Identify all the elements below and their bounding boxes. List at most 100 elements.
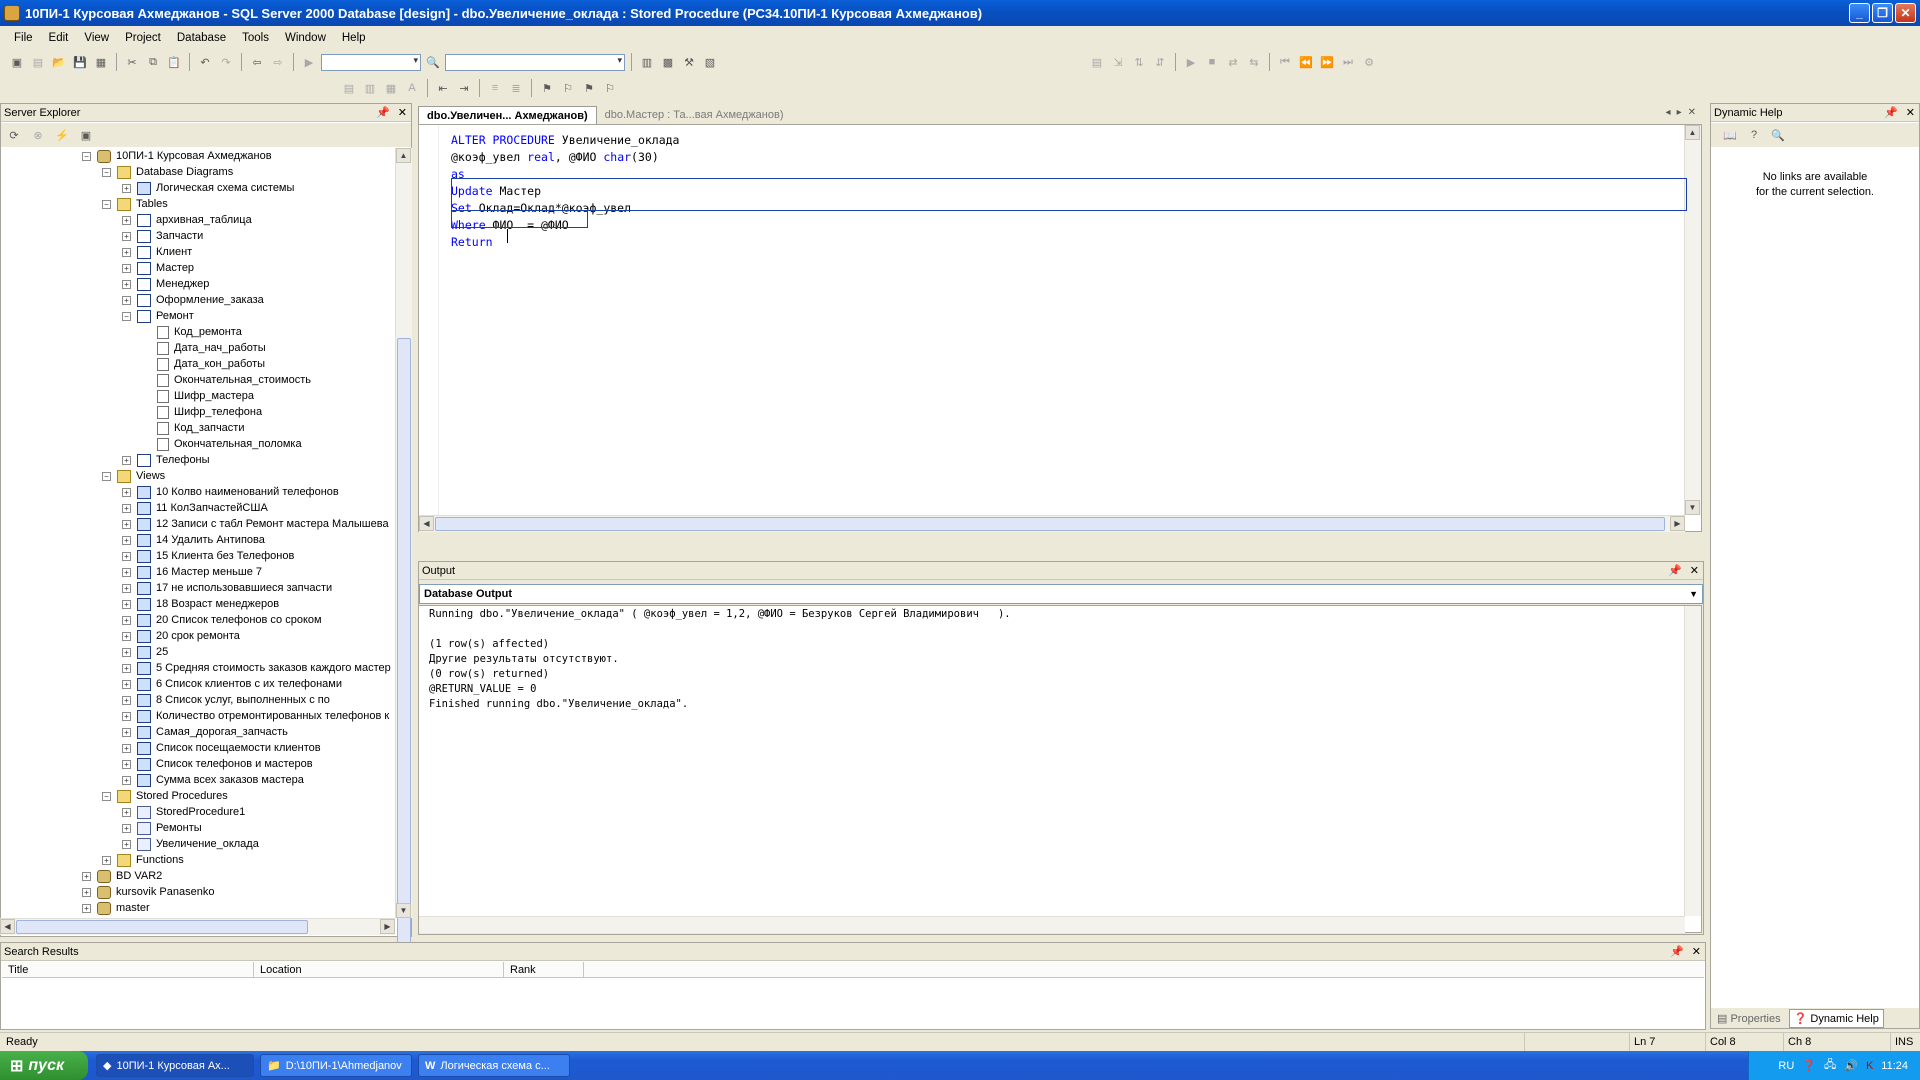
quick-info-icon[interactable]: ▦ bbox=[382, 79, 400, 97]
menu-edit[interactable]: Edit bbox=[41, 32, 77, 44]
taskbar-item-vs[interactable]: ◆ 10ПИ-1 Курсовая Ах... bbox=[96, 1054, 254, 1077]
network-tray-icon[interactable]: 🖧 bbox=[1824, 1056, 1836, 1075]
tree-node[interactable]: + Мастер bbox=[122, 260, 194, 276]
expand-icon[interactable]: + bbox=[122, 663, 131, 673]
editor-scroll-right-icon[interactable]: ▶ bbox=[1670, 516, 1685, 531]
tree-node[interactable]: + Увеличение_оклада bbox=[122, 836, 259, 852]
uncomment-icon[interactable]: ≣ bbox=[507, 79, 525, 97]
expand-icon[interactable]: + bbox=[122, 599, 131, 609]
tree-node[interactable]: + Сумма всех заказов мастера bbox=[122, 772, 304, 788]
tab-scroll-left-icon[interactable]: ◂ bbox=[1666, 107, 1671, 118]
menu-tools[interactable]: Tools bbox=[234, 32, 277, 44]
step-over-icon[interactable]: ⇆ bbox=[1245, 53, 1263, 71]
output-pin-icon[interactable]: 📌 bbox=[1668, 564, 1682, 577]
next-icon[interactable]: ⏩ bbox=[1318, 53, 1336, 71]
expand-icon[interactable]: + bbox=[82, 871, 91, 881]
antivirus-tray-icon[interactable]: K bbox=[1866, 1060, 1873, 1072]
expand-icon[interactable]: + bbox=[122, 535, 131, 545]
menu-file[interactable]: File bbox=[6, 32, 41, 44]
output-vertical-scrollbar[interactable] bbox=[1684, 606, 1701, 916]
expand-icon[interactable]: + bbox=[122, 727, 131, 737]
more-icon[interactable]: ⚙ bbox=[1360, 53, 1378, 71]
stop-refresh-icon[interactable]: ⊗ bbox=[29, 126, 47, 144]
tree-node[interactable]: +10 Колво наименований телефонов bbox=[122, 484, 339, 500]
output-text-area[interactable]: Running dbo."Увеличение_оклада" ( @коэф_… bbox=[418, 605, 1702, 933]
search-close-icon[interactable]: ✕ bbox=[1692, 945, 1701, 958]
tree-node[interactable]: + kursovik Panasenko bbox=[82, 884, 214, 900]
tree-node[interactable]: +16 Мастер меньше 7 bbox=[122, 564, 262, 580]
expand-icon[interactable]: + bbox=[122, 567, 131, 577]
bookmark-clear-icon[interactable]: ⚐ bbox=[601, 79, 619, 97]
expand-icon[interactable]: + bbox=[122, 487, 131, 497]
tree-node[interactable]: Дата_кон_работы bbox=[142, 356, 265, 372]
decrease-indent-icon[interactable]: ⇤ bbox=[434, 79, 452, 97]
tree-node[interactable]: +14 Удалить Антипова bbox=[122, 532, 265, 548]
run-icon[interactable]: ▶ bbox=[1182, 53, 1200, 71]
expand-icon[interactable]: + bbox=[122, 247, 131, 257]
expand-icon[interactable]: + bbox=[122, 695, 131, 705]
collapse-icon[interactable]: − bbox=[122, 311, 131, 321]
tree-node[interactable]: Код_запчасти bbox=[142, 420, 244, 436]
tree-node[interactable]: + Список телефонов и мастеров bbox=[122, 756, 313, 772]
tree-node[interactable]: + Оформление_заказа bbox=[122, 292, 264, 308]
tree-node[interactable]: +20 срок ремонта bbox=[122, 628, 240, 644]
tree-horizontal-scrollbar[interactable]: ◀ ▶ bbox=[0, 918, 395, 935]
save-icon[interactable]: 💾 bbox=[71, 53, 89, 71]
cut-icon[interactable]: ✂ bbox=[123, 53, 141, 71]
tree-node[interactable]: +25 bbox=[122, 644, 168, 660]
expand-icon[interactable]: + bbox=[122, 295, 131, 305]
expand-icon[interactable]: + bbox=[122, 183, 131, 193]
menu-window[interactable]: Window bbox=[277, 32, 334, 44]
expand-icon[interactable]: + bbox=[122, 775, 131, 785]
tab-stored-procedure[interactable]: dbo.Увеличен... Ахмеджанов) bbox=[418, 106, 597, 124]
expand-icon[interactable]: + bbox=[122, 215, 131, 225]
bookmark-toggle-icon[interactable]: ⚑ bbox=[538, 79, 556, 97]
tree-node[interactable]: +5 Средняя стоимость заказов каждого мас… bbox=[122, 660, 391, 676]
output-pane-select[interactable]: Database Output ▼ bbox=[419, 584, 1703, 604]
add-item-icon[interactable]: ▤ bbox=[29, 53, 47, 71]
tree-node[interactable]: + архивная_таблица bbox=[122, 212, 252, 228]
expand-icon[interactable]: + bbox=[82, 887, 91, 897]
tree-node[interactable]: + Менеджер bbox=[122, 276, 209, 292]
scroll-thumb[interactable] bbox=[397, 338, 411, 948]
language-indicator[interactable]: RU bbox=[1778, 1060, 1794, 1072]
tree-node[interactable]: +11 КолЗапчастейСША bbox=[122, 500, 268, 516]
tree-node[interactable]: + Логическая схема системы bbox=[122, 180, 294, 196]
tree-node[interactable]: Шифр_мастера bbox=[142, 388, 254, 404]
undo-icon[interactable]: ↶ bbox=[196, 53, 214, 71]
tree-node[interactable]: +15 Клиента без Телефонов bbox=[122, 548, 294, 564]
tree-node[interactable]: Шифр_телефона bbox=[142, 404, 262, 420]
tree-node[interactable]: Окончательная_поломка bbox=[142, 436, 302, 452]
properties-icon[interactable]: ▩ bbox=[659, 53, 677, 71]
tree-node[interactable]: +8 Список услуг, выполненных с по bbox=[122, 692, 330, 708]
expand-icon[interactable]: + bbox=[122, 759, 131, 769]
tab-dynamic-help[interactable]: ❓ Dynamic Help bbox=[1788, 1008, 1884, 1028]
tree-node[interactable]: + master bbox=[82, 900, 150, 916]
close-panel-icon[interactable]: ✕ bbox=[398, 106, 407, 119]
bookmark-next-icon[interactable]: ⚐ bbox=[559, 79, 577, 97]
tree-vertical-scrollbar[interactable]: ▲ ▼ bbox=[395, 148, 412, 948]
tree-node[interactable]: − Tables bbox=[102, 196, 168, 212]
start-button[interactable]: ⊞ пуск bbox=[0, 1051, 88, 1080]
tree-node[interactable]: +18 Возраст менеджеров bbox=[122, 596, 279, 612]
editor-scroll-left-icon[interactable]: ◀ bbox=[419, 516, 434, 531]
taskbar-item-word[interactable]: W Логическая схема с... bbox=[418, 1054, 570, 1077]
start-icon[interactable]: ▶ bbox=[300, 53, 318, 71]
new-project-icon[interactable]: ▣ bbox=[8, 53, 26, 71]
help-pin-icon[interactable]: 📌 bbox=[1884, 106, 1898, 119]
save-all-icon[interactable]: ▦ bbox=[92, 53, 110, 71]
expand-icon[interactable]: + bbox=[122, 743, 131, 753]
expand-icon[interactable]: + bbox=[122, 615, 131, 625]
find-combo[interactable] bbox=[445, 53, 625, 71]
collapse-icon[interactable]: − bbox=[102, 199, 111, 209]
collapse-icon[interactable]: − bbox=[82, 151, 91, 161]
tree-node[interactable]: Окончательная_стоимость bbox=[142, 372, 311, 388]
menu-help[interactable]: Help bbox=[334, 32, 374, 44]
tree-node[interactable]: − 10ПИ-1 Курсовая Ахмеджанов bbox=[82, 148, 272, 164]
editor-horizontal-scrollbar[interactable]: ◀ ▶ bbox=[419, 515, 1685, 532]
collapse-icon[interactable]: − bbox=[102, 471, 111, 481]
find-in-files-icon[interactable]: 🔍 bbox=[424, 53, 442, 71]
contents-icon[interactable]: 📖 bbox=[1721, 126, 1739, 144]
tree-node[interactable]: + Запчасти bbox=[122, 228, 203, 244]
editor-scroll-down-icon[interactable]: ▼ bbox=[1685, 500, 1700, 515]
